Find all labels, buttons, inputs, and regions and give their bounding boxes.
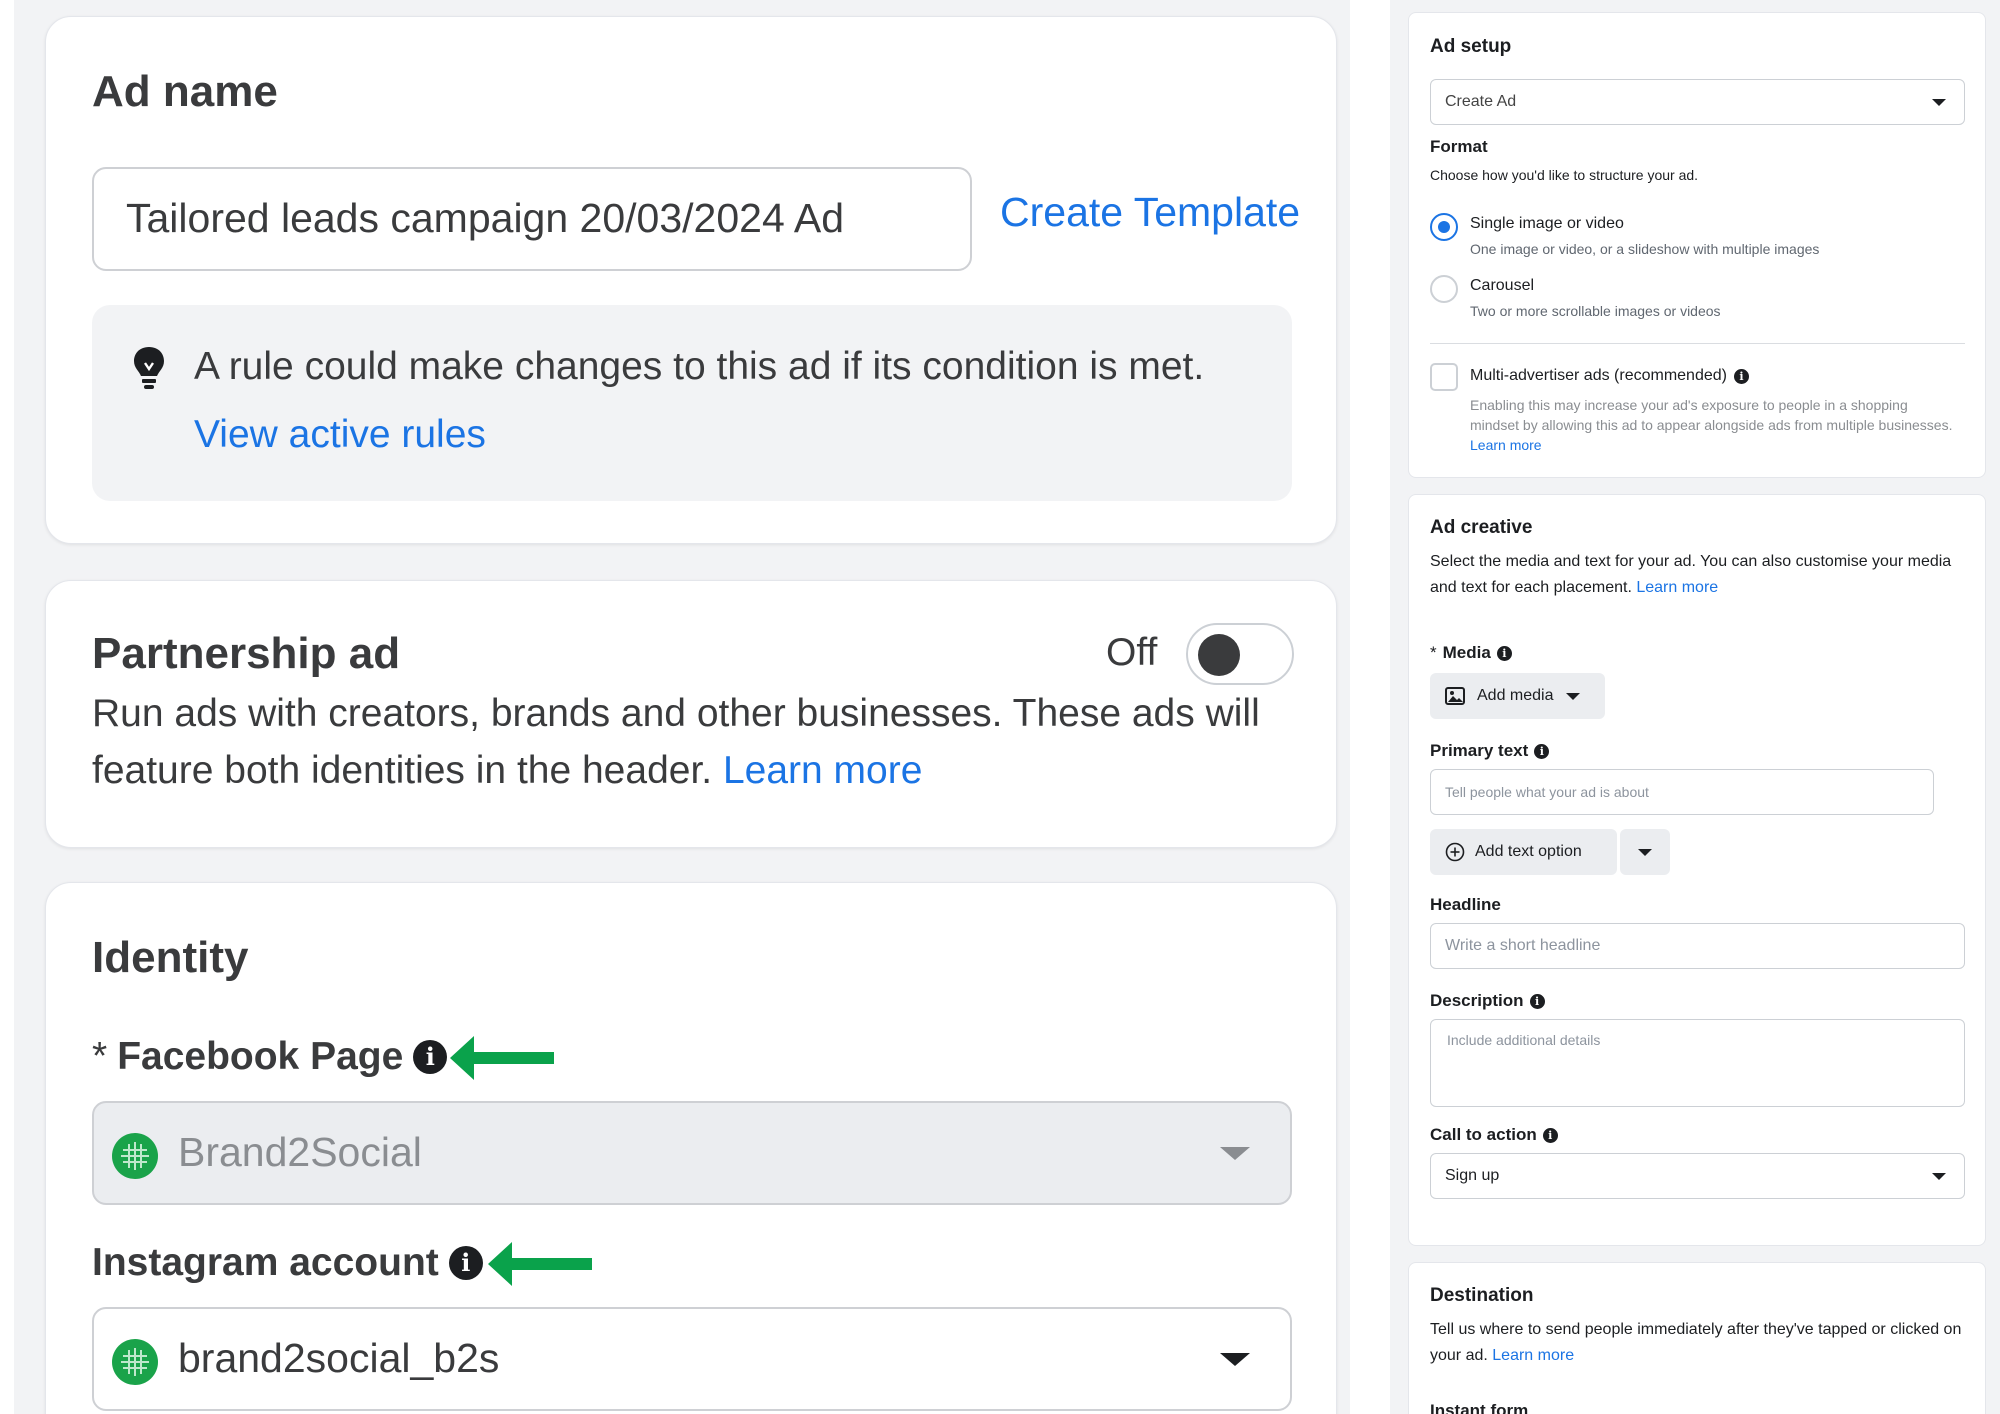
create-template-link[interactable]: Create Template bbox=[1000, 189, 1300, 236]
chevron-down-icon bbox=[1220, 1353, 1250, 1366]
divider bbox=[1430, 343, 1965, 344]
primary-text-placeholder: Tell people what your ad is about bbox=[1445, 784, 1649, 800]
primary-text-label: Primary text bbox=[1430, 741, 1529, 760]
chevron-down-icon bbox=[1932, 1173, 1946, 1180]
headline-label: Headline bbox=[1430, 895, 1501, 914]
identity-card: Identity * Facebook Page i Brand2Social … bbox=[45, 882, 1337, 1414]
ad-setup-card: Ad setup Create Ad Format Choose how you… bbox=[1408, 12, 1986, 478]
info-icon[interactable]: i bbox=[1496, 645, 1512, 661]
destination-description: Tell us where to send people immediately… bbox=[1430, 1317, 1970, 1369]
avatar bbox=[112, 1339, 158, 1385]
carousel-label: Carousel bbox=[1470, 277, 1535, 294]
info-icon[interactable]: i bbox=[1733, 368, 1749, 384]
chevron-down-icon bbox=[1932, 99, 1946, 106]
partnership-title: Partnership ad bbox=[92, 629, 401, 678]
ad-name-value: Tailored leads campaign 20/03/2024 Ad bbox=[126, 195, 845, 241]
multi-advertiser-label: Multi-advertiser ads (recommended) bbox=[1470, 367, 1727, 384]
info-icon[interactable]: i bbox=[1542, 1127, 1558, 1143]
view-active-rules-link[interactable]: View active rules bbox=[194, 413, 486, 457]
identity-title: Identity bbox=[92, 933, 249, 982]
info-icon[interactable]: i bbox=[413, 1040, 448, 1074]
avatar bbox=[112, 1133, 158, 1179]
facebook-page-value: Brand2Social bbox=[178, 1129, 422, 1175]
add-media-button[interactable]: Add media bbox=[1430, 673, 1605, 719]
ad-name-input[interactable]: Tailored leads campaign 20/03/2024 Ad bbox=[92, 167, 972, 271]
ad-creative-title: Ad creative bbox=[1430, 517, 1533, 538]
info-icon[interactable]: i bbox=[1534, 743, 1550, 759]
call-to-action-select[interactable]: Sign up bbox=[1430, 1153, 1965, 1199]
description-label: Description bbox=[1430, 991, 1524, 1010]
multi-advertiser-description-text: Enabling this may increase your ad's exp… bbox=[1470, 397, 1953, 433]
facebook-page-label: Facebook Page bbox=[117, 1035, 404, 1078]
carousel-radio[interactable] bbox=[1430, 275, 1458, 303]
facebook-page-label-row: * Facebook Page i bbox=[92, 1035, 448, 1079]
info-icon[interactable]: i bbox=[1529, 993, 1545, 1009]
single-image-radio[interactable] bbox=[1430, 213, 1458, 241]
ad-creative-card: Ad creative Select the media and text fo… bbox=[1408, 494, 1986, 1246]
info-icon[interactable]: i bbox=[448, 1246, 483, 1280]
ad-setup-title: Ad setup bbox=[1430, 36, 1512, 57]
destination-title: Destination bbox=[1430, 1285, 1534, 1306]
required-mark: * bbox=[1430, 643, 1437, 662]
required-mark: * bbox=[92, 1035, 108, 1078]
single-image-label: Single image or video bbox=[1470, 215, 1624, 232]
instagram-account-label-row: Instagram account i bbox=[92, 1241, 483, 1285]
primary-text-label-row: Primary text i bbox=[1430, 741, 1550, 761]
partnership-description: Run ads with creators, brands and other … bbox=[92, 685, 1292, 799]
ad-creative-description: Select the media and text for your ad. Y… bbox=[1430, 549, 1970, 601]
partnership-toggle[interactable] bbox=[1186, 623, 1294, 685]
headline-input[interactable]: Write a short headline bbox=[1430, 923, 1965, 969]
partnership-learn-more-link[interactable]: Learn more bbox=[723, 749, 922, 792]
format-label: Format bbox=[1430, 137, 1488, 156]
chevron-down-icon bbox=[1638, 848, 1652, 856]
description-placeholder: Include additional details bbox=[1447, 1032, 1601, 1048]
description-textarea[interactable]: Include additional details bbox=[1430, 1019, 1965, 1107]
instagram-account-select[interactable]: brand2social_b2s bbox=[92, 1307, 1292, 1411]
rule-notice-box: A rule could make changes to this ad if … bbox=[92, 305, 1292, 501]
plus-circle-icon bbox=[1445, 842, 1465, 862]
annotation-arrow-icon bbox=[450, 1036, 554, 1080]
chevron-down-icon bbox=[1565, 692, 1580, 700]
multi-advertiser-learn-more-link[interactable]: Learn more bbox=[1470, 437, 1542, 453]
call-to-action-label: Call to action bbox=[1430, 1125, 1537, 1144]
partnership-ad-card: Partnership ad Off Run ads with creators… bbox=[45, 580, 1337, 848]
text-option-dropdown-button[interactable] bbox=[1620, 829, 1670, 875]
call-to-action-label-row: Call to action i bbox=[1430, 1125, 1558, 1145]
chevron-down-icon bbox=[1220, 1147, 1250, 1160]
partnership-toggle-state: Off bbox=[1106, 631, 1158, 674]
add-text-option-label: Add text option bbox=[1475, 843, 1582, 860]
multi-advertiser-description: Enabling this may increase your ad's exp… bbox=[1470, 395, 1960, 455]
carousel-sub: Two or more scrollable images or videos bbox=[1470, 303, 1721, 319]
instagram-account-value: brand2social_b2s bbox=[178, 1335, 500, 1381]
ad-name-card: Ad name Tailored leads campaign 20/03/20… bbox=[45, 16, 1337, 544]
multi-advertiser-label-row: Multi-advertiser ads (recommended) i bbox=[1470, 363, 1749, 389]
destination-learn-more-link[interactable]: Learn more bbox=[1492, 1347, 1574, 1364]
image-icon bbox=[1445, 687, 1465, 705]
rule-notice-text: A rule could make changes to this ad if … bbox=[194, 345, 1205, 388]
description-label-row: Description i bbox=[1430, 991, 1545, 1011]
media-label-row: * Media i bbox=[1430, 643, 1512, 663]
lightbulb-icon bbox=[132, 345, 166, 391]
destination-card: Destination Tell us where to send people… bbox=[1408, 1262, 1986, 1414]
ad-setup-select[interactable]: Create Ad bbox=[1430, 79, 1965, 125]
facebook-page-select[interactable]: Brand2Social bbox=[92, 1101, 1292, 1205]
ad-name-title: Ad name bbox=[92, 67, 278, 116]
call-to-action-value: Sign up bbox=[1445, 1167, 1500, 1184]
toggle-knob bbox=[1198, 634, 1240, 676]
partnership-description-text: Run ads with creators, brands and other … bbox=[92, 692, 1260, 792]
headline-placeholder: Write a short headline bbox=[1445, 937, 1601, 954]
add-text-option-button[interactable]: Add text option bbox=[1430, 829, 1617, 875]
format-help-text: Choose how you'd like to structure your … bbox=[1430, 167, 1699, 183]
single-image-sub: One image or video, or a slideshow with … bbox=[1470, 241, 1820, 257]
media-label: Media bbox=[1442, 643, 1491, 662]
ad-setup-select-value: Create Ad bbox=[1445, 93, 1517, 110]
add-media-label: Add media bbox=[1477, 687, 1554, 704]
primary-text-input[interactable]: Tell people what your ad is about bbox=[1430, 769, 1934, 815]
instant-form-label: Instant form bbox=[1430, 1401, 1529, 1414]
instagram-account-label: Instagram account bbox=[92, 1241, 439, 1284]
multi-advertiser-checkbox[interactable] bbox=[1430, 363, 1458, 391]
annotation-arrow-icon bbox=[488, 1242, 592, 1286]
ad-creative-learn-more-link[interactable]: Learn more bbox=[1636, 579, 1718, 596]
